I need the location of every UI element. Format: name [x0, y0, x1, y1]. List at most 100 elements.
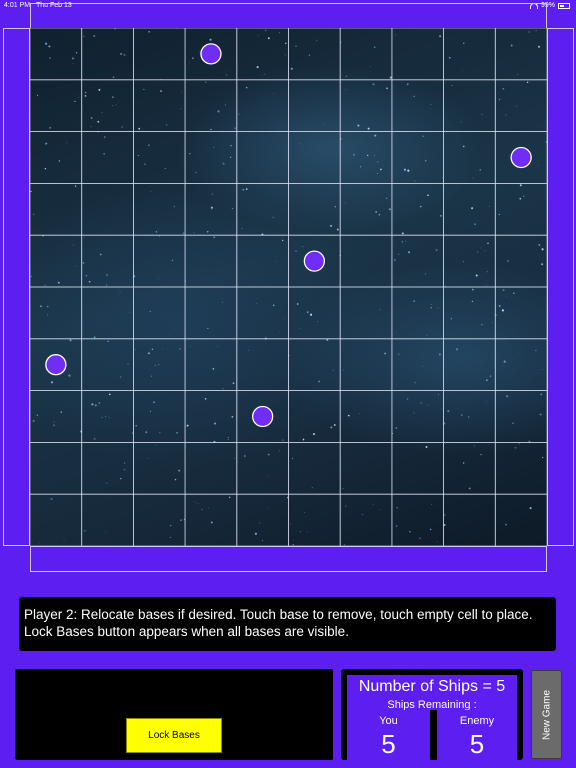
- board-cell[interactable]: [133, 441, 186, 495]
- board-cell[interactable]: [288, 493, 341, 546]
- board-cell[interactable]: [236, 286, 289, 340]
- board-cell[interactable]: [494, 286, 547, 340]
- board-cell[interactable]: [288, 28, 341, 81]
- board-cell[interactable]: [443, 182, 496, 236]
- board-cell[interactable]: [30, 234, 83, 288]
- board-cell[interactable]: [236, 493, 289, 546]
- board-cell[interactable]: [288, 441, 341, 495]
- board-cell[interactable]: [81, 79, 134, 132]
- board-cell[interactable]: [81, 338, 134, 391]
- board-cell[interactable]: [133, 338, 186, 391]
- base-marker[interactable]: [200, 43, 222, 65]
- board-cell[interactable]: [236, 441, 289, 495]
- board-cell[interactable]: [391, 131, 444, 184]
- board-cell[interactable]: [81, 493, 134, 546]
- game-board[interactable]: [30, 28, 547, 546]
- board-cell[interactable]: [30, 441, 83, 495]
- board-cell[interactable]: [184, 338, 238, 391]
- board-cell[interactable]: [391, 338, 444, 391]
- lock-bases-button[interactable]: Lock Bases: [126, 718, 222, 753]
- board-cell[interactable]: [443, 390, 496, 443]
- board-cell[interactable]: [443, 234, 496, 288]
- board-cell[interactable]: [184, 182, 238, 236]
- board-cell[interactable]: [81, 390, 134, 443]
- board-cell[interactable]: [288, 79, 341, 132]
- board-cell[interactable]: [288, 182, 341, 236]
- board-cell[interactable]: [30, 493, 83, 546]
- board-cell[interactable]: [184, 286, 238, 340]
- board-cell[interactable]: [339, 182, 393, 236]
- board-cell[interactable]: [236, 234, 289, 288]
- board-cell[interactable]: [494, 234, 547, 288]
- board-cell[interactable]: [391, 182, 444, 236]
- board-cell[interactable]: [443, 441, 496, 495]
- board-cell[interactable]: [339, 493, 393, 546]
- board-cell[interactable]: [443, 286, 496, 340]
- board-cell[interactable]: [339, 79, 393, 132]
- board-cell[interactable]: [339, 28, 393, 81]
- board-cell[interactable]: [184, 131, 238, 184]
- base-marker[interactable]: [45, 354, 67, 376]
- board-cell[interactable]: [133, 234, 186, 288]
- new-game-button[interactable]: New Game: [531, 670, 562, 759]
- board-cell[interactable]: [236, 79, 289, 132]
- board-cell[interactable]: [236, 182, 289, 236]
- board-cell[interactable]: [81, 182, 134, 236]
- board-cell[interactable]: [81, 131, 134, 184]
- board-cell[interactable]: [30, 390, 83, 443]
- board-cell[interactable]: [494, 338, 547, 391]
- board-cell[interactable]: [391, 286, 444, 340]
- board-cell[interactable]: [391, 493, 444, 546]
- board-grid[interactable]: [30, 28, 547, 546]
- board-cell[interactable]: [494, 28, 547, 81]
- board-cell[interactable]: [236, 338, 289, 391]
- board-cell[interactable]: [494, 79, 547, 132]
- board-cell[interactable]: [184, 493, 238, 546]
- board-cell[interactable]: [288, 286, 341, 340]
- board-cell[interactable]: [133, 131, 186, 184]
- board-cell[interactable]: [30, 131, 83, 184]
- board-cell[interactable]: [133, 390, 186, 443]
- board-cell[interactable]: [339, 234, 393, 288]
- board-cell[interactable]: [30, 182, 83, 236]
- board-cell[interactable]: [494, 441, 547, 495]
- board-cell[interactable]: [236, 131, 289, 184]
- board-cell[interactable]: [133, 182, 186, 236]
- base-marker[interactable]: [510, 146, 532, 169]
- base-marker[interactable]: [251, 405, 274, 428]
- board-cell[interactable]: [391, 79, 444, 132]
- board-cell[interactable]: [184, 79, 238, 132]
- board-cell[interactable]: [30, 286, 83, 340]
- board-cell[interactable]: [339, 338, 393, 391]
- board-cell[interactable]: [133, 493, 186, 546]
- board-cell[interactable]: [391, 28, 444, 81]
- board-cell[interactable]: [391, 441, 444, 495]
- board-cell[interactable]: [81, 286, 134, 340]
- board-cell[interactable]: [443, 28, 496, 81]
- board-cell[interactable]: [184, 441, 238, 495]
- board-cell[interactable]: [133, 286, 186, 340]
- board-cell[interactable]: [443, 493, 496, 546]
- board-cell[interactable]: [339, 131, 393, 184]
- board-cell[interactable]: [391, 234, 444, 288]
- board-cell[interactable]: [30, 28, 83, 81]
- board-cell[interactable]: [443, 131, 496, 184]
- board-cell[interactable]: [30, 79, 83, 132]
- base-marker[interactable]: [303, 250, 326, 272]
- board-cell[interactable]: [339, 441, 393, 495]
- board-cell[interactable]: [339, 286, 393, 340]
- board-cell[interactable]: [494, 493, 547, 546]
- board-cell[interactable]: [494, 182, 547, 236]
- board-cell[interactable]: [443, 338, 496, 391]
- board-cell[interactable]: [288, 338, 341, 391]
- board-cell[interactable]: [443, 79, 496, 132]
- board-cell[interactable]: [133, 28, 186, 81]
- board-cell[interactable]: [81, 234, 134, 288]
- board-cell[interactable]: [494, 390, 547, 443]
- board-cell[interactable]: [81, 441, 134, 495]
- board-cell[interactable]: [391, 390, 444, 443]
- board-cell[interactable]: [288, 131, 341, 184]
- board-cell[interactable]: [184, 234, 238, 288]
- board-cell[interactable]: [288, 390, 341, 443]
- board-cell[interactable]: [339, 390, 393, 443]
